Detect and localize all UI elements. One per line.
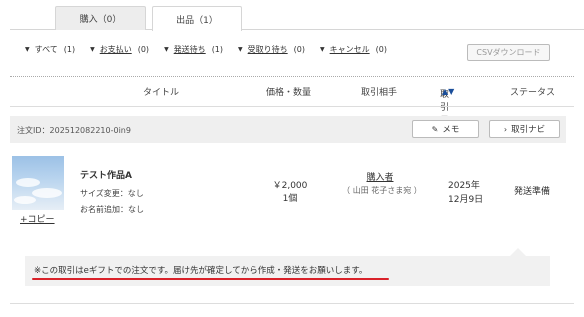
- pencil-icon: ✎: [431, 124, 439, 134]
- filter-label: すべて: [34, 45, 58, 54]
- filter-awaiting-shipment[interactable]: ▼ 発送待ち (1): [164, 44, 223, 55]
- transaction-navi-button[interactable]: › 取引ナビ: [489, 120, 560, 138]
- column-price-qty: 価格・数量: [266, 88, 312, 98]
- order-header: 注文ID：202512082210-0in9 ✎ メモ › 取引ナビ: [10, 116, 566, 143]
- buyer-name: （ 山田 花子さま宛 ）: [342, 186, 422, 195]
- filter-count: (0): [293, 45, 305, 54]
- order-tabs: 購入（0） 出品（1）: [0, 0, 584, 31]
- csv-download-button[interactable]: CSVダウンロード: [467, 44, 550, 61]
- item-price: ￥2,000: [272, 181, 308, 191]
- chevron-right-icon: ›: [503, 124, 508, 134]
- buyer-link[interactable]: 購入者: [352, 170, 408, 183]
- triangle-down-icon: ▼: [164, 46, 169, 53]
- navi-button-label: 取引ナビ: [511, 125, 546, 135]
- filter-label: 受取り待ち: [247, 45, 288, 54]
- memo-button-label: メモ: [442, 125, 460, 135]
- filter-count: (0): [375, 45, 387, 54]
- filter-count: (1): [63, 45, 76, 54]
- order-id: 注文ID：202512082210-0in9: [17, 126, 131, 135]
- item-thumbnail[interactable]: [12, 156, 64, 210]
- tab-purchases[interactable]: 購入（0）: [55, 6, 146, 30]
- filter-label: お支払い: [99, 45, 132, 54]
- tab-listings[interactable]: 出品（1）: [152, 6, 242, 31]
- triangle-down-icon: ▼: [25, 46, 30, 53]
- filter-label: キャンセル: [329, 45, 370, 54]
- triangle-down-icon: ▼: [320, 46, 325, 53]
- item-quantity: 1個: [282, 194, 298, 204]
- item-option-name: お名前追加：なし: [80, 205, 144, 214]
- column-title: タイトル: [143, 88, 180, 98]
- copy-link[interactable]: +コピー: [20, 212, 55, 225]
- column-status: ステータス: [510, 88, 556, 98]
- triangle-down-icon: ▼: [90, 46, 95, 53]
- order-date-day: 12月9日: [448, 195, 484, 205]
- filter-count: (0): [137, 45, 150, 54]
- notice-text: ※この取引はeギフトでの注文です。届け先が確定してから作成・発送をお願いします。: [34, 266, 368, 276]
- filter-cancel[interactable]: ▼ キャンセル (0): [320, 44, 387, 55]
- filter-payment[interactable]: ▼ お支払い (0): [90, 44, 149, 55]
- notice-pointer: [510, 248, 526, 256]
- filter-all[interactable]: ▼ すべて (1): [25, 44, 75, 55]
- filter-count: (1): [211, 45, 224, 54]
- order-date-year: 2025年: [448, 181, 480, 191]
- item-title: テスト作品A: [80, 171, 132, 181]
- table-header: タイトル 価格・数量 取引相手 取引日▲▼ ステータス: [10, 83, 574, 126]
- divider: [10, 106, 574, 107]
- memo-button[interactable]: ✎ メモ: [412, 120, 479, 138]
- filter-awaiting-receipt[interactable]: ▼ 受取り待ち (0): [238, 44, 305, 55]
- filter-label: 発送待ち: [173, 45, 206, 54]
- triangle-down-icon: ▼: [238, 46, 243, 53]
- highlight-underline: [32, 278, 389, 280]
- egift-notice: ※この取引はeギフトでの注文です。届け先が確定してから作成・発送をお願いします。: [25, 256, 550, 286]
- order-status: 発送準備: [514, 187, 551, 197]
- item-option-size: サイズ変更：なし: [80, 189, 144, 198]
- status-filter-bar: ▼ すべて (1) ▼ お支払い (0) ▼ 発送待ち (1) ▼ 受取り待ち …: [25, 44, 402, 55]
- column-partner: 取引相手: [361, 88, 398, 98]
- sort-arrows-icon[interactable]: ▲▼: [442, 87, 454, 96]
- divider: [10, 76, 574, 77]
- divider: [10, 303, 574, 304]
